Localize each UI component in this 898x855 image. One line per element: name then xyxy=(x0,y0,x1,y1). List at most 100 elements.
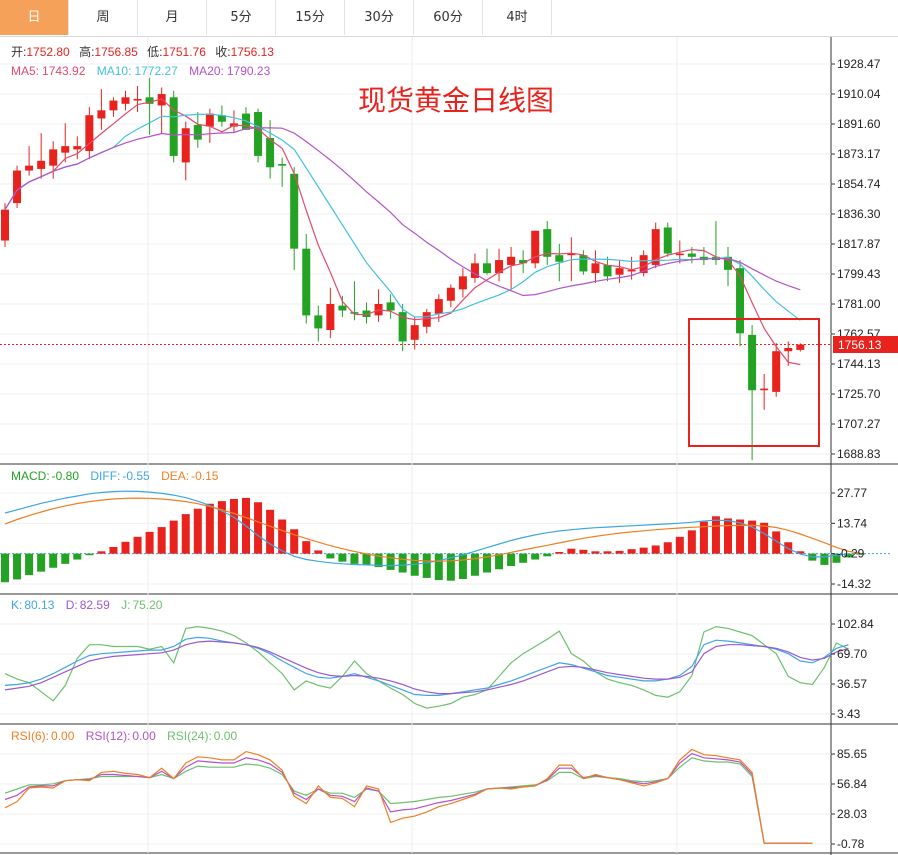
price-tick-label: 1873.17 xyxy=(837,147,881,161)
price-tick-label: 1725.70 xyxy=(837,387,881,401)
candle-body xyxy=(748,334,757,391)
macd-bar xyxy=(254,502,263,554)
price-axes: 1928.47 1910.04 1891.60 1873.17 1854.74 1836.… xyxy=(831,57,881,851)
macd-bar xyxy=(519,553,528,563)
rsi6-line xyxy=(4,748,813,844)
candle-body xyxy=(181,128,190,163)
close-label: 收: xyxy=(215,45,230,59)
high-value: 1756.85 xyxy=(94,45,138,59)
candle-body xyxy=(290,173,299,249)
macd-bar xyxy=(205,503,214,554)
candle-body xyxy=(49,149,58,166)
macd-bar xyxy=(85,553,94,556)
candle-body xyxy=(615,268,624,275)
macd-label: MACD: xyxy=(11,469,50,483)
macd-legend: MACD: -0.80 DIFF: -0.55 DEA: -0.15 xyxy=(11,469,219,483)
d-line xyxy=(4,640,849,695)
last-price-tag-text: 1756.13 xyxy=(838,338,882,352)
macd-bar xyxy=(266,509,275,554)
price-tick-label: 1744.13 xyxy=(837,357,881,371)
ma5-label: MA5: xyxy=(11,64,39,78)
macd-bar xyxy=(434,553,443,581)
macd-bar xyxy=(639,547,648,554)
candle-body xyxy=(410,325,419,340)
dea-line xyxy=(4,497,861,562)
macd-bar xyxy=(398,553,407,573)
candle-body xyxy=(772,351,781,392)
kdj-tick-label: 69.70 xyxy=(837,647,867,661)
macd-value: -0.80 xyxy=(52,469,80,483)
diff-value: -0.55 xyxy=(122,469,150,483)
macd-bar xyxy=(73,553,82,560)
dea-label: DEA: xyxy=(161,469,189,483)
macd-bar xyxy=(13,553,22,580)
candle-body xyxy=(338,305,347,311)
last-price-tag: 1756.13 xyxy=(833,336,898,353)
candle-body xyxy=(483,263,491,274)
candle-body xyxy=(555,255,564,262)
candle-body xyxy=(302,248,311,316)
chart-canvas[interactable]: 1928.47 1910.04 1891.60 1873.17 1854.74 1836.… xyxy=(0,0,898,855)
k-value: 80.13 xyxy=(24,598,54,612)
kdj-tick-label: 102.84 xyxy=(837,617,874,631)
candle-body xyxy=(543,229,552,257)
macd-tick-label: -14.32 xyxy=(837,577,871,591)
price-tick-label: 1928.47 xyxy=(837,57,881,71)
rsi-tick-label: 28.03 xyxy=(837,807,867,821)
candle-body xyxy=(760,388,769,391)
macd-tick-label: 13.74 xyxy=(837,516,867,530)
macd-bar xyxy=(724,518,732,554)
macd-bar xyxy=(326,553,335,559)
macd-bar xyxy=(386,553,395,570)
candle-body xyxy=(675,253,684,256)
candle-body xyxy=(434,299,443,314)
candle-body xyxy=(37,160,46,169)
low-value: 1751.76 xyxy=(163,45,207,59)
candle-body xyxy=(73,146,82,150)
open-label: 开: xyxy=(11,45,26,59)
rsi-panel xyxy=(4,748,813,844)
candle-body xyxy=(314,315,323,329)
macd-bar xyxy=(61,553,70,564)
ma20-line xyxy=(4,127,801,297)
low-label: 低: xyxy=(147,45,162,59)
macd-bar xyxy=(97,551,106,554)
candle-body xyxy=(796,344,805,350)
macd-bar xyxy=(711,516,720,554)
macd-tick-label: -0.29 xyxy=(837,547,865,561)
candle-body xyxy=(97,110,106,119)
macd-bar xyxy=(133,536,142,554)
macd-bar xyxy=(820,553,829,565)
macd-bar xyxy=(470,553,479,576)
ohlc-legend: 开:1752.80 高:1756.85 低:1751.76 收:1756.13 xyxy=(11,44,274,59)
candle-body xyxy=(1,209,9,241)
candle-body xyxy=(603,264,612,277)
macd-bar xyxy=(37,553,46,572)
candle-body xyxy=(736,268,745,334)
rsi-tick-label: 56.84 xyxy=(837,777,867,791)
macd-bar xyxy=(651,545,660,554)
macd-bar xyxy=(1,553,9,583)
candle-body xyxy=(133,98,142,101)
macd-bar xyxy=(350,553,359,564)
ma20-value: 1790.23 xyxy=(227,64,271,78)
macd-bar xyxy=(543,553,552,557)
macd-bar xyxy=(229,498,238,554)
k-label: K: xyxy=(11,598,22,612)
macd-bar xyxy=(49,553,58,568)
macd-bar xyxy=(603,551,612,554)
macd-bar xyxy=(675,536,684,554)
macd-bar xyxy=(145,531,154,554)
ma10-value: 1772.27 xyxy=(134,64,178,78)
candle-body xyxy=(169,97,178,156)
kdj-tick-label: 3.43 xyxy=(837,707,861,721)
macd-bar xyxy=(169,520,178,554)
candle-body xyxy=(326,303,335,331)
macd-bar xyxy=(627,549,636,554)
candle-body xyxy=(579,255,588,272)
macd-panel xyxy=(0,490,891,583)
candle-body xyxy=(13,170,22,204)
price-tick-label: 1781.00 xyxy=(837,297,881,311)
candle-body xyxy=(109,100,118,111)
ma20-label: MA20: xyxy=(189,64,224,78)
